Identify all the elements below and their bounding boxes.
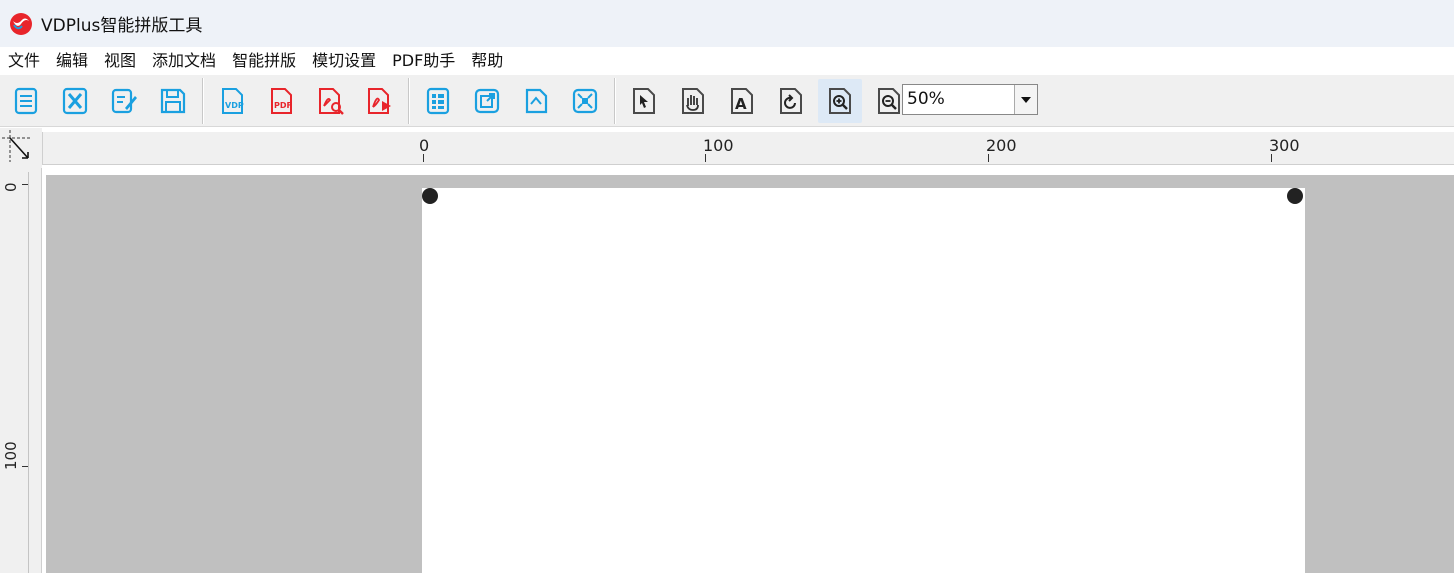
menu-add-document[interactable]: 添加文档: [144, 47, 224, 75]
ruler-label: 100: [703, 136, 734, 155]
vertical-ruler: 0 100: [0, 168, 42, 573]
new-document-icon: [14, 87, 38, 114]
zoom-value[interactable]: 50%: [903, 85, 1014, 114]
export-page-button[interactable]: [465, 79, 509, 123]
save-button[interactable]: [151, 79, 195, 123]
horizontal-ruler: 0 100 200 300: [42, 132, 1454, 165]
rotate-icon: [780, 87, 802, 114]
vdplus-logo-icon: [10, 12, 32, 35]
pdf-preview-button[interactable]: [308, 79, 352, 123]
select-tool-button[interactable]: [622, 79, 666, 123]
rotate-button[interactable]: [769, 79, 813, 123]
chevron-down-icon: [1021, 96, 1031, 103]
text-tool-icon: A: [731, 87, 753, 114]
toolbar-separator: [202, 77, 204, 124]
acrobat-button[interactable]: [357, 79, 401, 123]
ruler-tick: [1271, 154, 1272, 162]
sheet-page[interactable]: [422, 188, 1305, 573]
layout-grid-icon: [426, 87, 450, 114]
hand-pan-button[interactable]: [671, 79, 715, 123]
vdp-label: VDP: [225, 101, 244, 110]
crop-page-icon: [525, 88, 548, 113]
zoom-in-icon: [829, 87, 851, 114]
zoom-dropdown-button[interactable]: [1014, 85, 1037, 114]
ruler-label: 0: [419, 136, 430, 155]
acrobat-icon: [368, 87, 391, 114]
ruler-label: 0: [2, 182, 20, 192]
imposition-canvas[interactable]: [46, 175, 1454, 573]
vdp-export-icon: VDP: [222, 87, 244, 114]
new-document-button[interactable]: [4, 79, 48, 123]
ruler-label: 200: [986, 136, 1017, 155]
registration-mark-top-right[interactable]: [1287, 188, 1303, 204]
toolbar: VDP PDF A: [0, 75, 1454, 127]
fit-page-button[interactable]: [563, 79, 607, 123]
text-tool-label: A: [735, 95, 747, 113]
toolbar-separator: [614, 77, 616, 124]
layout-grid-button[interactable]: [416, 79, 460, 123]
pdf-preview-icon: [319, 87, 344, 115]
pdf-export-button[interactable]: PDF: [259, 79, 303, 123]
menu-edit[interactable]: 编辑: [48, 47, 96, 75]
menu-pdf-assistant[interactable]: PDF助手: [384, 47, 463, 75]
ruler-tick: [423, 154, 424, 162]
ruler-label: 300: [1269, 136, 1300, 155]
ruler-tick: [988, 154, 989, 162]
zoom-out-icon: [878, 87, 900, 114]
menu-help[interactable]: 帮助: [463, 47, 511, 75]
title-bar: VDPlus智能拼版工具: [0, 0, 1454, 47]
hand-pan-icon: [682, 87, 704, 114]
menu-bar: 文件 编辑 视图 添加文档 智能拼版 模切设置 PDF助手 帮助: [0, 47, 1454, 75]
menu-view[interactable]: 视图: [96, 47, 144, 75]
export-page-icon: [474, 88, 500, 113]
crop-page-button[interactable]: [514, 79, 558, 123]
select-arrow-icon: [633, 87, 655, 114]
close-document-button[interactable]: [53, 79, 97, 123]
app-title: VDPlus智能拼版工具: [41, 16, 203, 36]
ruler-guide-line: [28, 172, 30, 573]
registration-mark-top-left[interactable]: [422, 188, 438, 204]
ruler-origin-icon: [2, 130, 30, 162]
pdf-label: PDF: [274, 101, 292, 110]
save-icon: [160, 88, 186, 113]
text-tool-button[interactable]: A: [720, 79, 764, 123]
fit-page-icon: [572, 88, 598, 113]
ruler-label: 100: [2, 441, 20, 470]
zoom-in-button[interactable]: [818, 78, 862, 123]
menu-smart-imposition[interactable]: 智能拼版: [224, 47, 304, 75]
edit-document-button[interactable]: [102, 79, 146, 123]
zoom-select[interactable]: 50%: [902, 84, 1038, 115]
toolbar-separator: [408, 77, 410, 124]
ruler-tick: [705, 154, 706, 162]
menu-file[interactable]: 文件: [0, 47, 48, 75]
vdp-export-button[interactable]: VDP: [210, 79, 254, 123]
menu-die-cut-settings[interactable]: 模切设置: [304, 47, 384, 75]
edit-document-icon: [111, 88, 137, 113]
ruler-origin-corner[interactable]: [0, 128, 42, 168]
pdf-export-icon: PDF: [271, 87, 292, 114]
close-document-icon: [62, 87, 88, 114]
